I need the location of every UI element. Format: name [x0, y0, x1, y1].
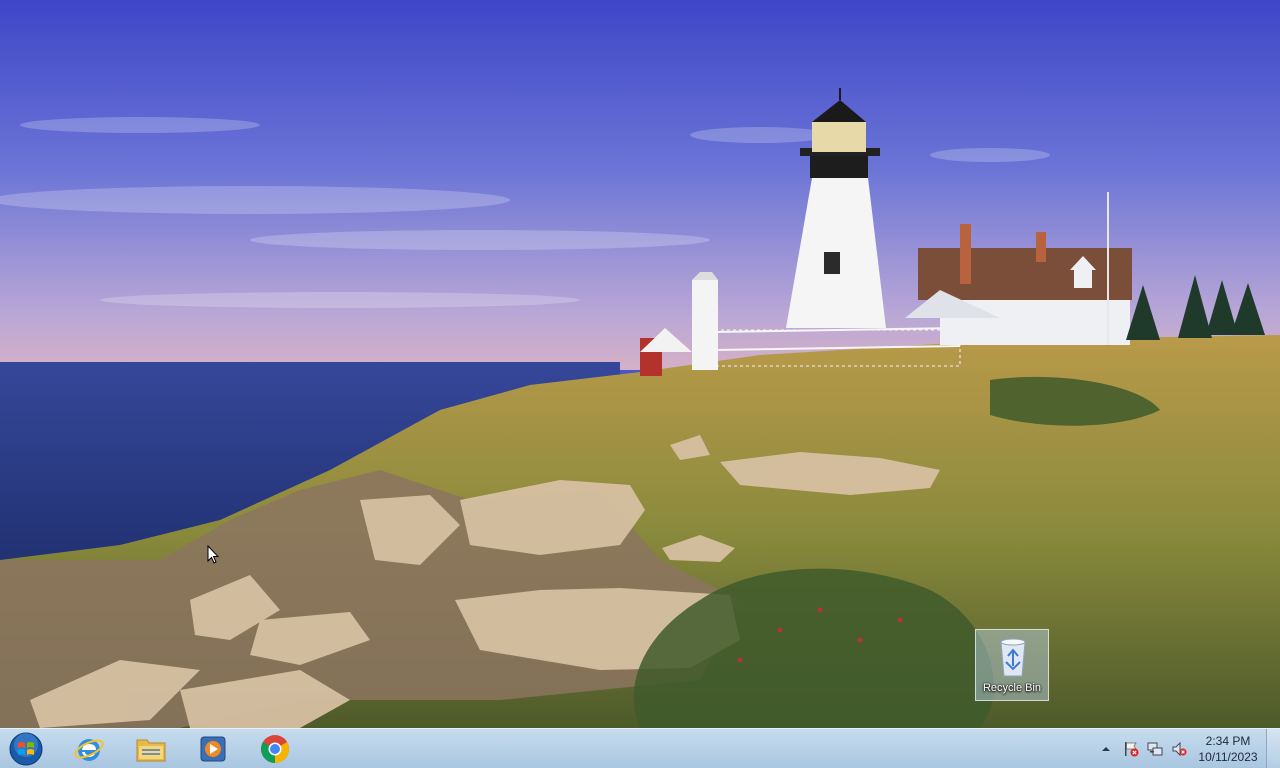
clock-date: 10/11/2023 [1198, 750, 1258, 764]
clock-time: 2:34 PM [1205, 734, 1251, 748]
show-desktop-button[interactable] [1266, 729, 1280, 768]
desktop[interactable]: Recycle Bin [0, 0, 1280, 728]
mouse-pointer-icon [207, 545, 219, 564]
chrome-taskbar-button[interactable] [252, 730, 298, 768]
network-icon [1147, 742, 1163, 756]
taskbar: 2:34 PM 10/11/2023 [0, 728, 1280, 768]
recycle-bin[interactable]: Recycle Bin [975, 629, 1049, 701]
chevron-up-icon [1102, 747, 1110, 751]
recycle-bin-icon [1000, 638, 1026, 677]
file-explorer-icon [136, 739, 166, 762]
recycle-bin-label: Recycle Bin [982, 682, 1042, 694]
internet-explorer-taskbar-button[interactable] [66, 730, 112, 768]
action-center-button[interactable] [1123, 741, 1139, 757]
windows-start-orb-icon [9, 732, 43, 766]
media-player-icon [200, 736, 226, 762]
internet-explorer-icon [74, 739, 104, 761]
media-player-taskbar-button[interactable] [190, 730, 236, 768]
file-explorer-taskbar-button[interactable] [128, 730, 174, 768]
system-clock[interactable]: 2:34 PM 10/11/2023 [1194, 733, 1262, 765]
action-center-flag-icon [1125, 742, 1139, 757]
network-button[interactable] [1147, 741, 1163, 757]
show-hidden-icons-button[interactable] [1098, 741, 1114, 757]
volume-button[interactable] [1171, 741, 1187, 757]
chrome-icon [261, 735, 289, 763]
volume-muted-icon [1172, 741, 1187, 757]
start-button[interactable] [4, 730, 48, 768]
wallpaper-lighthouse-image [0, 0, 1280, 728]
